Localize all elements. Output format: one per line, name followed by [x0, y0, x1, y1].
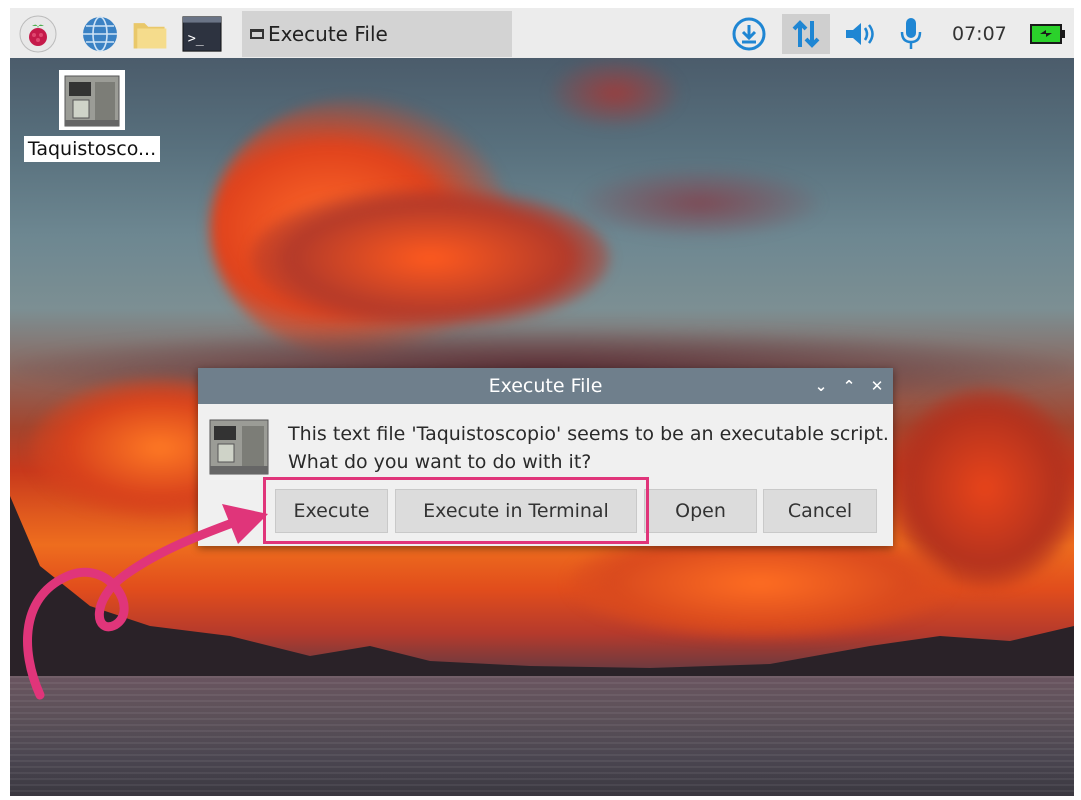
- close-icon[interactable]: ✕: [869, 377, 885, 395]
- volume-icon[interactable]: [840, 14, 880, 54]
- execute-button[interactable]: Execute: [275, 489, 388, 533]
- download-icon[interactable]: [728, 14, 770, 54]
- cloud: [250, 188, 610, 328]
- dialog-message-line1: This text file 'Taquistoscopio' seems to…: [288, 423, 889, 445]
- raspberry-menu-icon[interactable]: [18, 14, 58, 54]
- cloud: [580, 168, 820, 238]
- cloud: [550, 58, 680, 128]
- svg-text:>_: >_: [188, 32, 205, 47]
- desktop-icon-label: Taquistosco...: [23, 136, 161, 162]
- taskbar-window-label: Execute File: [268, 22, 388, 46]
- web-browser-icon[interactable]: [80, 14, 120, 54]
- execute-in-terminal-button[interactable]: Execute in Terminal: [395, 489, 637, 533]
- file-manager-icon[interactable]: [130, 14, 170, 54]
- microphone-icon[interactable]: [894, 14, 928, 54]
- clock[interactable]: 07:07: [952, 14, 1007, 54]
- terminal-icon[interactable]: >_: [182, 14, 222, 54]
- dialog-title: Execute File: [488, 375, 603, 397]
- script-file-icon: [209, 419, 269, 475]
- battery-icon[interactable]: [1028, 14, 1068, 54]
- window-controls: ⌄ ⌃ ✕: [813, 368, 885, 404]
- maximize-icon[interactable]: ⌃: [841, 377, 857, 395]
- network-arrows-icon[interactable]: [782, 14, 830, 54]
- desktop-file-icon[interactable]: Taquistosco...: [22, 70, 162, 162]
- lake-water: [10, 676, 1074, 796]
- dialog-titlebar[interactable]: Execute File ⌄ ⌃ ✕: [198, 368, 893, 404]
- dialog-message: This text file 'Taquistoscopio' seems to…: [288, 420, 889, 476]
- taskbar-window-button[interactable]: Execute File: [242, 11, 512, 57]
- script-file-icon: [59, 70, 125, 130]
- open-button[interactable]: Open: [644, 489, 757, 533]
- taskbar: >_ Execute File 07:07: [10, 8, 1074, 58]
- dialog-message-line2: What do you want to do with it?: [288, 451, 592, 473]
- cancel-button[interactable]: Cancel: [763, 489, 877, 533]
- minimize-icon[interactable]: ⌄: [813, 377, 829, 395]
- window-icon: [250, 29, 264, 39]
